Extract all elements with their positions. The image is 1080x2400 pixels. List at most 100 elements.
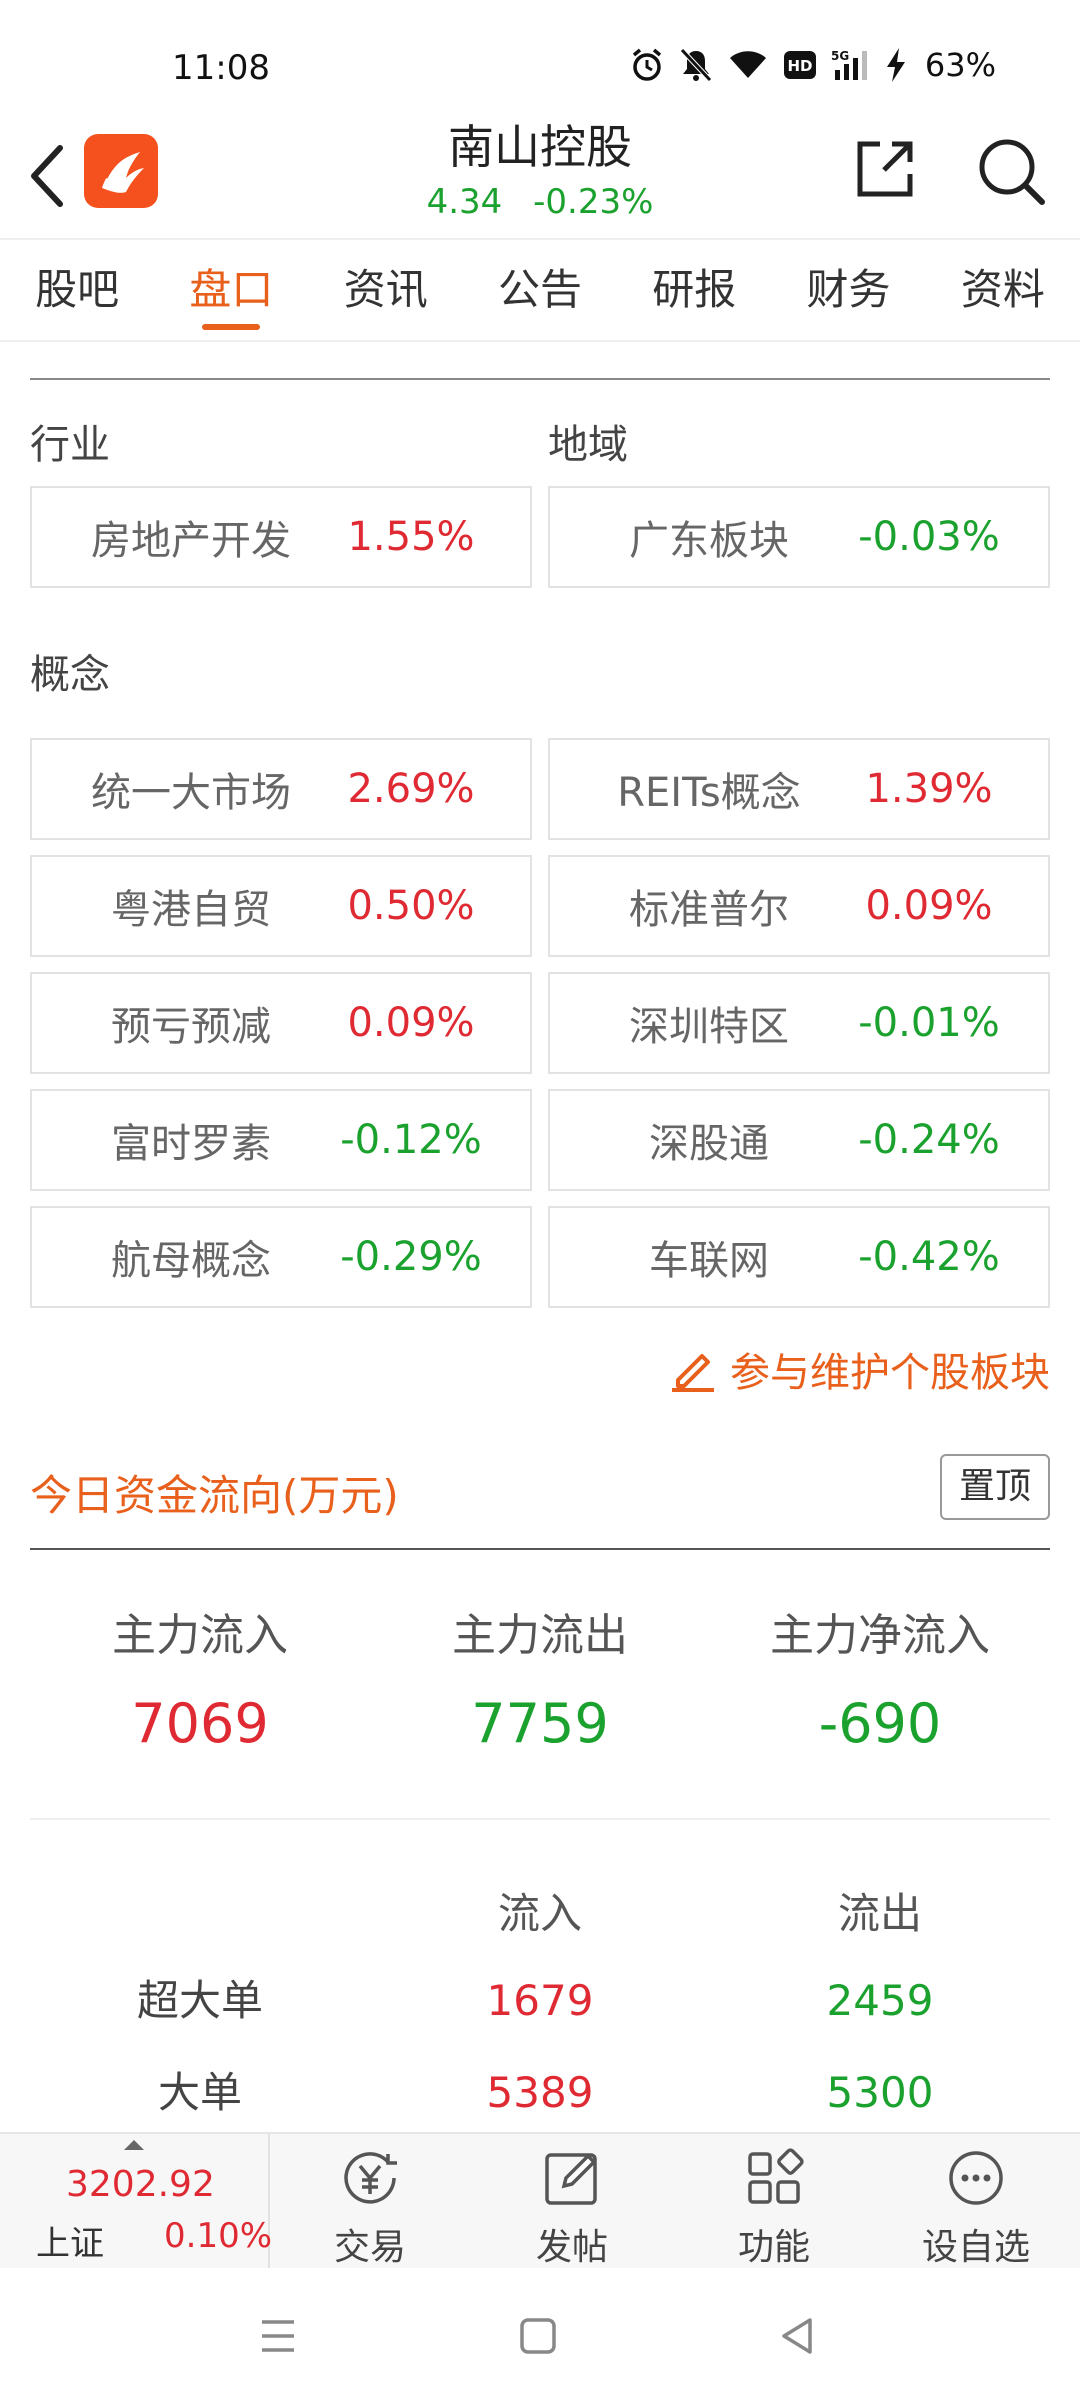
home-square-icon — [520, 2318, 556, 2354]
stock-quote: 4.34 -0.23% — [340, 178, 740, 226]
tab-finance[interactable]: 财务 — [771, 240, 925, 340]
back-triangle-icon — [782, 2318, 812, 2354]
alarm-icon — [629, 47, 665, 83]
main-outflow-value: 7759 — [471, 1692, 609, 1755]
bottom-toolbar: 3202.92 上证 0.10% 交易 发帖 功能 设自选 — [0, 2132, 1080, 2268]
title-block: 南山控股 4.34 -0.23% — [340, 116, 740, 226]
svg-text:5G: 5G — [831, 49, 849, 63]
region-tag[interactable]: 广东板块 -0.03% — [548, 486, 1050, 588]
tag-pct: -0.03% — [858, 514, 1000, 560]
concept-tag[interactable]: 航母概念 -0.29% — [30, 1206, 532, 1308]
tag-pct: -0.12% — [340, 1117, 482, 1163]
tab-news[interactable]: 资讯 — [309, 240, 463, 340]
charging-icon — [885, 47, 907, 83]
table-row: 超大单 1679 2459 — [0, 1966, 1080, 2036]
back-button[interactable] — [22, 136, 72, 216]
main-net-inflow-block: 主力净流入 -690 — [710, 1604, 1050, 1764]
status-time: 11:08 — [172, 48, 270, 88]
tab-research[interactable]: 研报 — [617, 240, 771, 340]
pin-top-button[interactable]: 置顶 — [940, 1454, 1050, 1520]
caret-up-icon — [124, 2140, 144, 2150]
tab-announcements[interactable]: 公告 — [463, 240, 617, 340]
tab-profile[interactable]: 资料 — [926, 240, 1080, 340]
functions-button[interactable]: 功能 — [674, 2134, 874, 2268]
table-row: 大单 5389 5300 — [0, 2058, 1080, 2128]
concept-tag[interactable]: 深圳特区 -0.01% — [548, 972, 1050, 1074]
tag-pct: 2.69% — [347, 766, 475, 812]
tag-name: 航母概念 — [111, 1238, 271, 1284]
post-button[interactable]: 发帖 — [472, 2134, 672, 2268]
tag-name: 富时罗素 — [111, 1121, 271, 1167]
stock-header: 南山控股 4.34 -0.23% — [0, 110, 1080, 236]
main-inflow-value: 7069 — [131, 1692, 269, 1755]
concept-tag[interactable]: 深股通 -0.24% — [548, 1089, 1050, 1191]
tab-pankou[interactable]: 盘口 — [154, 240, 308, 340]
home-nav-button[interactable] — [514, 2312, 562, 2360]
functions-label: 功能 — [737, 2227, 810, 2268]
market-index-widget[interactable]: 3202.92 上证 0.10% — [0, 2134, 272, 2268]
flow-sub-divider — [30, 1818, 1050, 1820]
industry-label: 行业 — [30, 422, 110, 468]
main-inflow-label: 主力流入 — [112, 1610, 288, 1661]
tab-guba[interactable]: 股吧 — [0, 240, 154, 340]
tag-name: 粤港自贸 — [111, 887, 271, 933]
tag-pct: 1.55% — [347, 514, 475, 560]
order-inflow: 5389 — [486, 2068, 594, 2117]
tag-name: 标准普尔 — [629, 887, 789, 933]
search-icon — [979, 139, 1045, 205]
concept-tag[interactable]: 统一大市场 2.69% — [30, 738, 532, 840]
maintain-sector-link[interactable]: 参与维护个股板块 — [668, 1340, 1050, 1398]
tag-pct: -0.01% — [858, 1000, 1000, 1046]
stock-name: 南山控股 — [448, 120, 632, 174]
inflow-column-header: 流入 — [497, 1889, 582, 1938]
tag-name: 统一大市场 — [91, 770, 291, 816]
main-net-inflow-label: 主力净流入 — [770, 1610, 990, 1661]
app-logo-icon — [102, 150, 144, 193]
hd-icon: HD — [783, 50, 817, 80]
tag-pct: 1.39% — [865, 766, 993, 812]
back-nav-button[interactable] — [774, 2312, 822, 2360]
add-watchlist-label: 设自选 — [921, 2227, 1030, 2268]
tag-pct: -0.42% — [858, 1234, 1000, 1280]
main-inflow-block: 主力流入 7069 — [30, 1604, 370, 1764]
order-inflow: 1679 — [486, 1976, 594, 2025]
concept-tag[interactable]: REITs概念 1.39% — [548, 738, 1050, 840]
tag-pct: 0.50% — [347, 883, 475, 929]
pencil-icon — [672, 1354, 714, 1392]
share-button[interactable] — [852, 136, 918, 202]
tag-name: 预亏预减 — [111, 1004, 271, 1050]
trade-button[interactable]: 交易 — [270, 2134, 470, 2268]
app-logo[interactable] — [84, 134, 158, 208]
svg-text:HD: HD — [787, 57, 812, 75]
maintain-sector-label: 参与维护个股板块 — [730, 1350, 1050, 1396]
tag-pct: -0.29% — [340, 1234, 482, 1280]
industry-tag[interactable]: 房地产开发 1.55% — [30, 486, 532, 588]
stock-detail-page: 11:08 HD 5G 63% 南山控股 4.34 -0.23% 股吧 盘口 资… — [0, 0, 1080, 2400]
concept-tag[interactable]: 预亏预减 0.09% — [30, 972, 532, 1074]
signal-5g-icon: 5G — [831, 48, 871, 82]
post-label: 发帖 — [535, 2227, 608, 2268]
concept-tag[interactable]: 粤港自贸 0.50% — [30, 855, 532, 957]
more-dots-icon — [949, 2151, 1003, 2205]
region-label: 地域 — [548, 422, 628, 468]
battery-percent: 63% — [924, 46, 996, 84]
menu-nav-button[interactable] — [254, 2312, 302, 2360]
trade-yen-icon — [344, 2152, 397, 2204]
concept-tag[interactable]: 车联网 -0.42% — [548, 1206, 1050, 1308]
wifi-icon — [727, 48, 769, 82]
trade-label: 交易 — [333, 2227, 406, 2268]
concept-tag[interactable]: 富时罗素 -0.12% — [30, 1089, 532, 1191]
system-nav-bar — [0, 2268, 1080, 2400]
concept-tag[interactable]: 标准普尔 0.09% — [548, 855, 1050, 957]
main-outflow-block: 主力流出 7759 — [370, 1604, 710, 1764]
order-outflow: 2459 — [826, 1976, 934, 2025]
tag-name: 深股通 — [649, 1121, 769, 1167]
order-type: 大单 — [157, 2068, 242, 2117]
search-button[interactable] — [976, 136, 1048, 208]
menu-icon — [262, 2320, 294, 2352]
fund-flow-divider — [30, 1548, 1050, 1550]
status-icons: HD 5G 63% — [629, 46, 996, 84]
concept-label: 概念 — [30, 652, 110, 698]
add-watchlist-button[interactable]: 设自选 — [876, 2134, 1076, 2268]
edit-post-icon — [545, 2153, 597, 2205]
